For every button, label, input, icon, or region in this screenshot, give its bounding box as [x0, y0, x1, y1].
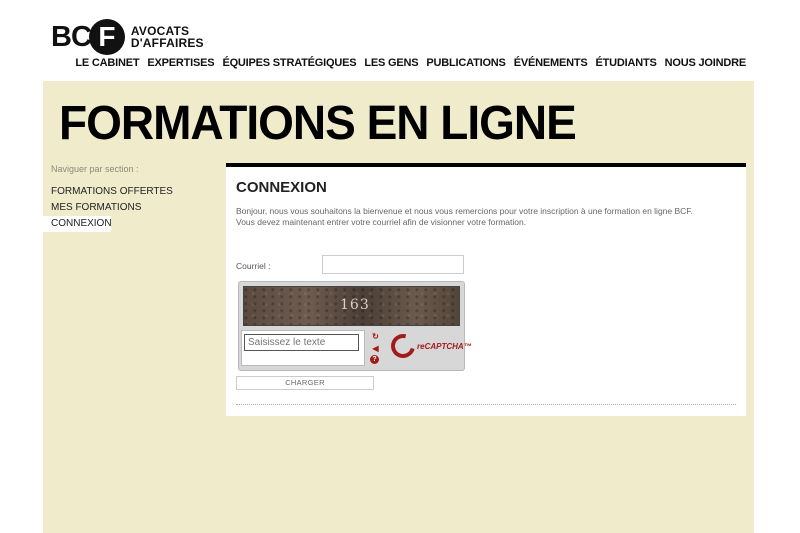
- captcha-image: 163: [243, 286, 460, 326]
- intro-text: Bonjour, nous vous souhaitons la bienven…: [236, 206, 736, 228]
- logo-bc: BC: [51, 21, 92, 53]
- audio-icon[interactable]: ◀: [370, 343, 381, 354]
- courriel-input[interactable]: [322, 255, 464, 274]
- captcha-word: 163: [340, 297, 370, 313]
- logo-line-2: D'AFFAIRES: [130, 36, 204, 50]
- charger-button[interactable]: CHARGER: [236, 376, 374, 390]
- recaptcha-arrow-icon: [386, 329, 420, 363]
- sidebar-item-mes-formations[interactable]: MES FORMATIONS: [43, 200, 181, 216]
- bcf-logo[interactable]: BC F AVOCATS D'AFFAIRES: [51, 19, 204, 55]
- logo-tagline: AVOCATS D'AFFAIRES: [131, 25, 204, 49]
- recaptcha-wordmark: reCAPTCHA™: [417, 341, 472, 351]
- courriel-label: Courriel :: [236, 261, 271, 271]
- recaptcha-logo: reCAPTCHA™: [386, 329, 472, 363]
- captcha-controls: ↻ ◀ ?: [370, 331, 384, 365]
- nav-le-cabinet[interactable]: LE CABINET: [75, 57, 139, 69]
- nav-publications[interactable]: PUBLICATIONS: [426, 57, 505, 69]
- section-title: CONNEXION: [236, 179, 327, 196]
- nav-les-gens[interactable]: LES GENS: [364, 57, 418, 69]
- sidebar-nav: FORMATIONS OFFERTES MES FORMATIONS CONNE…: [43, 184, 181, 232]
- login-content-box: CONNEXION Bonjour, nous vous souhaitons …: [226, 163, 746, 416]
- recaptcha-widget: 163 ↻ ◀ ? reCAPTCHA™: [238, 281, 472, 371]
- logo-f-circle: F: [88, 19, 125, 55]
- nav-evenements[interactable]: ÉVÉNEMENTS: [514, 57, 588, 69]
- refresh-icon[interactable]: ↻: [370, 331, 381, 342]
- nav-equipes-strategiques[interactable]: ÉQUIPES STRATÉGIQUES: [222, 57, 356, 69]
- captcha-response-input[interactable]: [244, 334, 359, 351]
- top-navigation: LE CABINET EXPERTISES ÉQUIPES STRATÉGIQU…: [75, 57, 746, 69]
- dotted-divider: [236, 404, 736, 405]
- sidebar-heading: Naviguer par section :: [51, 164, 139, 174]
- page-title: FORMATIONS EN LIGNE: [59, 95, 577, 150]
- sidebar-item-connexion[interactable]: CONNEXION: [43, 216, 112, 232]
- help-icon[interactable]: ?: [370, 355, 379, 364]
- sidebar-item-formations-offertes[interactable]: FORMATIONS OFFERTES: [43, 184, 181, 200]
- main-panel: FORMATIONS EN LIGNE Naviguer par section…: [43, 81, 754, 533]
- nav-etudiants[interactable]: ÉTUDIANTS: [596, 57, 657, 69]
- intro-line-2: Vous devez maintenant entrer votre courr…: [236, 217, 527, 227]
- nav-nous-joindre[interactable]: NOUS JOINDRE: [665, 57, 747, 69]
- nav-expertises[interactable]: EXPERTISES: [147, 57, 214, 69]
- intro-line-1: Bonjour, nous vous souhaitons la bienven…: [236, 206, 693, 216]
